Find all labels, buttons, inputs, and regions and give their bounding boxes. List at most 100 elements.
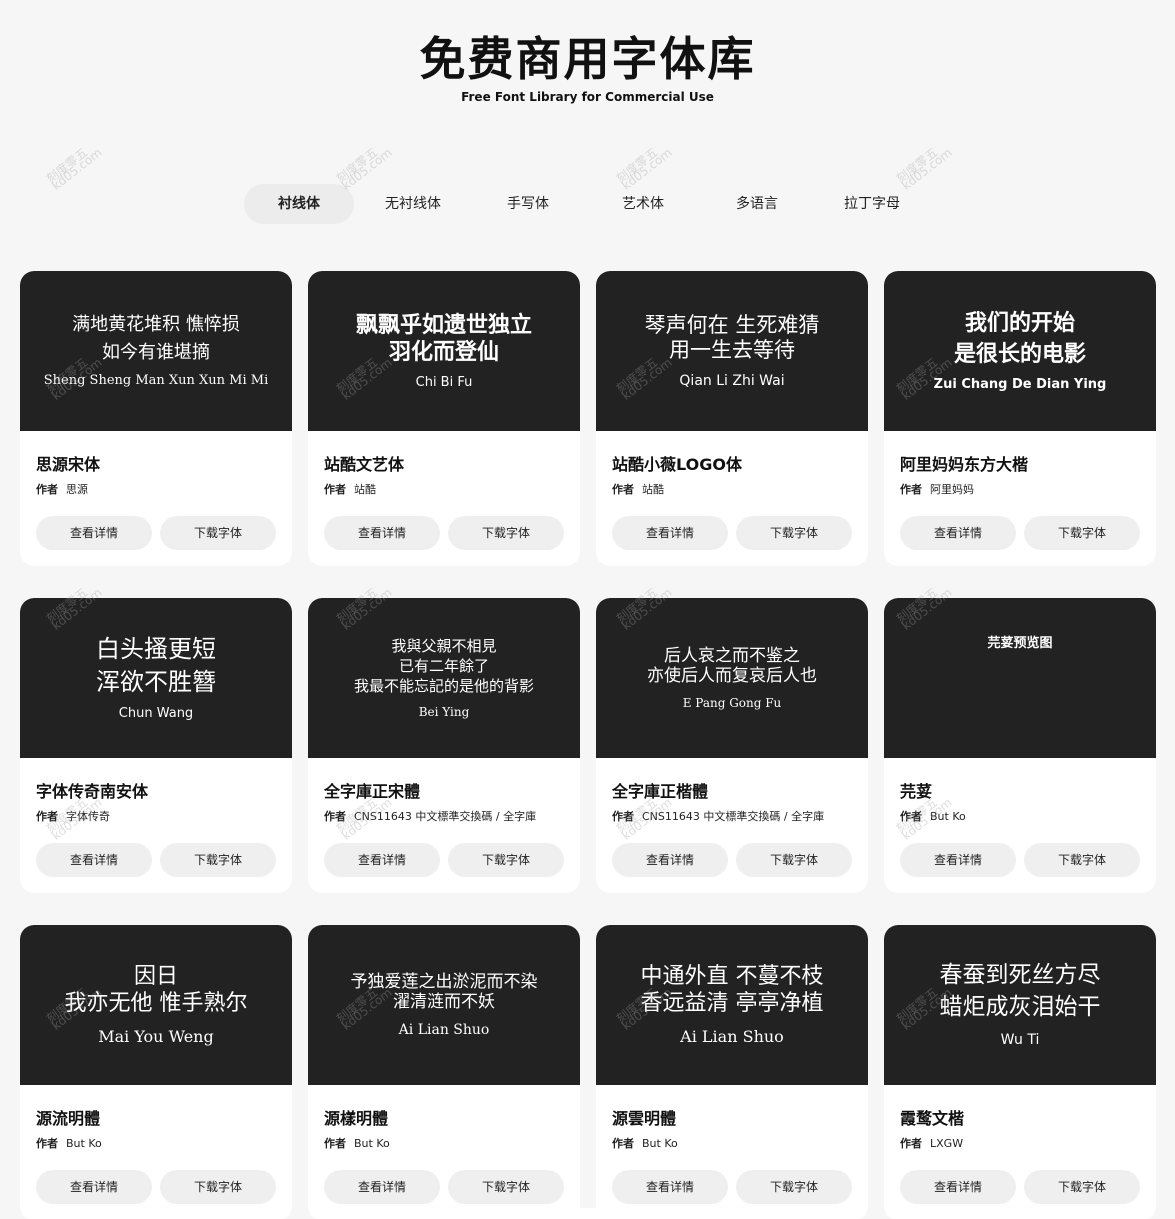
font-preview[interactable]: 予独爱莲之出淤泥而不染 濯清涟而不妖 Ai Lian Shuo xyxy=(308,925,580,1085)
font-preview[interactable]: 琴声何在 生死难猜 用一生去等待 Qian Li Zhi Wai xyxy=(596,271,868,431)
preview-line: 我最不能忘記的是他的背影 xyxy=(353,677,534,695)
author-label: 作者 xyxy=(900,810,922,823)
font-preview[interactable]: 后人哀之而不鉴之 亦使后人而复哀后人也 E Pang Gong Fu xyxy=(596,598,868,758)
preview-subtitle: Chi Bi Fu xyxy=(415,374,473,390)
font-card: 后人哀之而不鉴之 亦使后人而复哀后人也 E Pang Gong Fu 全字庫正楷… xyxy=(596,598,868,893)
font-card: 因日 我亦无他 惟手熟尔 Mai You Weng 源流明體 作者 But Ko … xyxy=(20,925,292,1219)
tab-multilingual[interactable]: 多语言 xyxy=(702,184,812,224)
preview-subtitle: Wu Ti xyxy=(1000,1031,1040,1048)
download-font-button[interactable]: 下载字体 xyxy=(736,1170,852,1204)
tab-latin[interactable]: 拉丁字母 xyxy=(817,184,927,224)
preview-line: 用一生去等待 xyxy=(669,338,795,362)
author-label: 作者 xyxy=(324,810,346,823)
view-details-button[interactable]: 查看详情 xyxy=(36,1170,152,1204)
font-card: 芫荽预览图 芫荽 作者 But Ko 查看详情 下载字体 xyxy=(884,598,1156,893)
font-preview[interactable]: 中通外直 不蔓不枝 香远益清 亭亭净植 Ai Lian Shuo xyxy=(596,925,868,1085)
font-card: 中通外直 不蔓不枝 香远益清 亭亭净植 Ai Lian Shuo 源雲明體 作者… xyxy=(596,925,868,1219)
view-details-button[interactable]: 查看详情 xyxy=(612,516,728,550)
download-font-button[interactable]: 下载字体 xyxy=(1024,516,1140,550)
font-preview[interactable]: 因日 我亦无他 惟手熟尔 Mai You Weng xyxy=(20,925,292,1085)
author-label: 作者 xyxy=(612,483,634,496)
font-name: 全字庫正楷體 xyxy=(612,782,709,801)
view-details-button[interactable]: 查看详情 xyxy=(36,843,152,877)
font-preview[interactable]: 芫荽预览图 xyxy=(884,598,1156,758)
download-font-button[interactable]: 下载字体 xyxy=(736,843,852,877)
font-preview[interactable]: 我们的开始 是很长的电影 Zui Chang De Dian Ying xyxy=(884,271,1156,431)
watermark-text: 刻度零五 xyxy=(43,145,91,186)
author-value: But Ko xyxy=(66,1137,102,1150)
view-details-button[interactable]: 查看详情 xyxy=(900,1170,1016,1204)
font-preview[interactable]: 满地黄花堆积 憔悴损 如今有谁堪摘 Sheng Sheng Man Xun Xu… xyxy=(20,271,292,431)
author-row: 作者 But Ko xyxy=(36,1135,102,1151)
font-preview[interactable]: 我與父親不相見 已有二年餘了 我最不能忘記的是他的背影 Bei Ying xyxy=(308,598,580,758)
font-preview[interactable]: 白头搔更短 浑欲不胜簪 Chun Wang xyxy=(20,598,292,758)
download-font-button[interactable]: 下载字体 xyxy=(736,516,852,550)
preview-line: 已有二年餘了 xyxy=(398,657,489,675)
view-details-button[interactable]: 查看详情 xyxy=(900,516,1016,550)
preview-line: 濯清涟而不妖 xyxy=(393,992,495,1012)
preview-line: 中通外直 不蔓不枝 xyxy=(640,964,824,990)
download-font-button[interactable]: 下载字体 xyxy=(160,843,276,877)
author-row: 作者 But Ko xyxy=(900,808,966,824)
download-font-button[interactable]: 下载字体 xyxy=(448,1170,564,1204)
preview-line: 予独爱莲之出淤泥而不染 xyxy=(350,971,538,992)
view-details-button[interactable]: 查看详情 xyxy=(612,843,728,877)
view-details-button[interactable]: 查看详情 xyxy=(324,516,440,550)
page-header: 免费商用字体库 Free Font Library for Commercial… xyxy=(0,28,1175,104)
preview-line: 因日 xyxy=(133,964,178,990)
preview-subtitle: Chun Wang xyxy=(118,706,194,722)
author-row: 作者 CNS11643 中文標準交換碼 / 全字庫 xyxy=(612,808,824,824)
author-value: 字体传奇 xyxy=(66,810,110,823)
view-details-button[interactable]: 查看详情 xyxy=(36,516,152,550)
font-card: 满地黄花堆积 憔悴损 如今有谁堪摘 Sheng Sheng Man Xun Xu… xyxy=(20,271,292,566)
preview-subtitle: Mai You Weng xyxy=(98,1026,214,1046)
preview-line: 白头搔更短 xyxy=(96,634,216,663)
font-preview[interactable]: 飘飘乎如遗世独立 羽化而登仙 Chi Bi Fu xyxy=(308,271,580,431)
author-value: But Ko xyxy=(642,1137,678,1150)
download-font-button[interactable]: 下载字体 xyxy=(160,516,276,550)
watermark: 刻度零五 kd05.com xyxy=(15,141,105,217)
font-card: 春蚕到死丝方尽 蜡炬成灰泪始干 Wu Ti 霞鹜文楷 作者 LXGW 查看详情 下… xyxy=(884,925,1156,1219)
preview-line: 我與父親不相見 xyxy=(391,637,497,655)
font-card: 白头搔更短 浑欲不胜簪 Chun Wang 字体传奇南安体 作者 字体传奇 查看详… xyxy=(20,598,292,893)
author-row: 作者 But Ko xyxy=(612,1135,678,1151)
download-font-button[interactable]: 下载字体 xyxy=(1024,843,1140,877)
font-name: 霞鹜文楷 xyxy=(900,1109,965,1128)
author-value: CNS11643 中文標準交換碼 / 全字庫 xyxy=(642,810,825,823)
font-card: 飘飘乎如遗世独立 羽化而登仙 Chi Bi Fu 站酷文艺体 作者 站酷 查看详情… xyxy=(308,271,580,566)
watermark-url: kd05.com xyxy=(49,145,105,193)
author-label: 作者 xyxy=(324,483,346,496)
author-value: 站酷 xyxy=(642,483,664,496)
download-font-button[interactable]: 下载字体 xyxy=(160,1170,276,1204)
view-details-button[interactable]: 查看详情 xyxy=(324,843,440,877)
preview-subtitle: Qian Li Zhi Wai xyxy=(679,373,785,390)
font-preview[interactable]: 春蚕到死丝方尽 蜡炬成灰泪始干 Wu Ti xyxy=(884,925,1156,1085)
font-name: 站酷小薇LOGO体 xyxy=(612,455,742,474)
download-font-button[interactable]: 下载字体 xyxy=(448,843,564,877)
view-details-button[interactable]: 查看详情 xyxy=(612,1170,728,1204)
view-details-button[interactable]: 查看详情 xyxy=(324,1170,440,1204)
author-value: But Ko xyxy=(930,810,966,823)
author-label: 作者 xyxy=(36,1137,58,1150)
preview-subtitle: Bei Ying xyxy=(418,705,470,719)
author-value: CNS11643 中文標準交換碼 / 全字庫 xyxy=(354,810,537,823)
download-font-button[interactable]: 下载字体 xyxy=(448,516,564,550)
font-name: 字体传奇南安体 xyxy=(36,782,149,801)
font-name: 芫荽 xyxy=(900,782,933,801)
preview-line: 亦使后人而复哀后人也 xyxy=(647,666,817,686)
preview-subtitle: Sheng Sheng Man Xun Xun Mi Mi xyxy=(43,373,269,389)
tab-artistic[interactable]: 艺术体 xyxy=(588,184,698,224)
preview-subtitle: Ai Lian Shuo xyxy=(398,1022,490,1039)
font-name: 源雲明體 xyxy=(612,1109,677,1128)
font-name: 思源宋体 xyxy=(36,455,101,474)
author-label: 作者 xyxy=(900,1137,922,1150)
tab-serif[interactable]: 衬线体 xyxy=(244,184,354,224)
preview-line: 琴声何在 生死难猜 xyxy=(644,312,820,337)
watermark-text: 刻度零五 xyxy=(613,145,661,186)
tab-sans-serif[interactable]: 无衬线体 xyxy=(358,184,468,224)
author-value: 站酷 xyxy=(354,483,376,496)
tab-handwriting[interactable]: 手写体 xyxy=(473,184,583,224)
view-details-button[interactable]: 查看详情 xyxy=(900,843,1016,877)
download-font-button[interactable]: 下载字体 xyxy=(1024,1170,1140,1204)
font-card: 琴声何在 生死难猜 用一生去等待 Qian Li Zhi Wai 站酷小薇LOG… xyxy=(596,271,868,566)
